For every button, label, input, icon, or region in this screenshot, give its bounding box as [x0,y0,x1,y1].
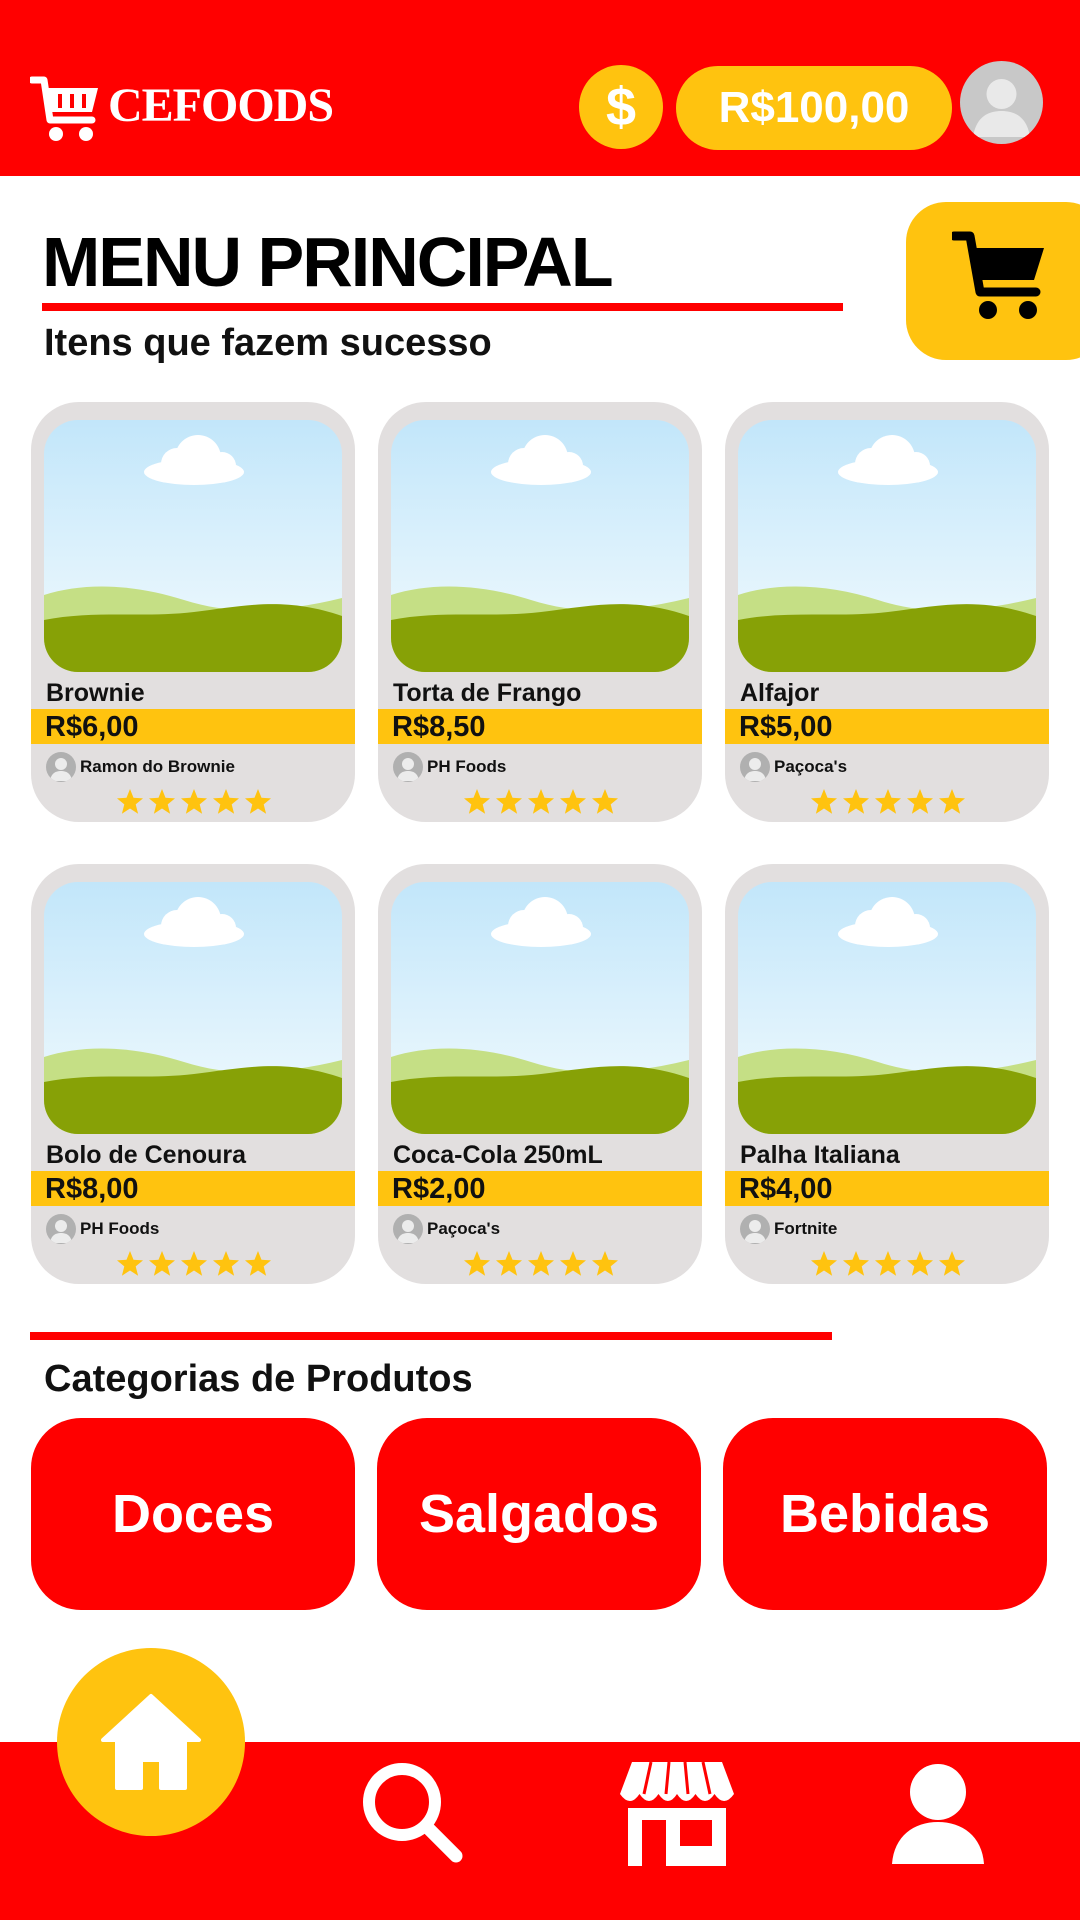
product-price: R$2,00 [392,1173,486,1205]
category-bebidas-button[interactable]: Bebidas [723,1418,1047,1610]
star-icon [213,1251,239,1276]
star-icon [117,789,143,814]
category-salgados-button[interactable]: Salgados [377,1418,701,1610]
star-icon [592,1251,618,1276]
title-underline [42,303,843,311]
star-icon [560,1251,586,1276]
star-icon [528,1251,554,1276]
cart-button[interactable] [906,202,1080,360]
star-icon [560,789,586,814]
star-icon [592,789,618,814]
product-name: Bolo de Cenoura [46,1141,247,1169]
product-card[interactable]: Palha Italiana R$4,00 Fortnite [725,864,1049,1284]
star-icon [528,789,554,814]
page-title: MENU PRINCIPAL [42,223,614,301]
section-divider [30,1332,832,1340]
seller-avatar-icon [46,1214,76,1244]
product-image [44,882,342,1134]
star-icon [464,1251,490,1276]
product-name: Brownie [46,679,145,707]
star-icon [939,1251,965,1276]
product-image [44,420,342,672]
product-card[interactable]: Coca-Cola 250mL R$2,00 Paçoca's [378,864,702,1284]
product-name: Palha Italiana [740,1141,900,1169]
star-icon [245,1251,271,1276]
product-name: Torta de Frango [393,679,582,707]
rating-stars [463,1250,623,1278]
product-price: R$4,00 [739,1173,833,1205]
star-icon [875,789,901,814]
product-price: R$5,00 [739,711,833,743]
star-icon [811,789,837,814]
star-icon [181,789,207,814]
product-image [738,420,1036,672]
product-card[interactable]: Brownie R$6,00 Ramon do Brownie [31,402,355,822]
seller-name: Paçoca's [774,757,848,776]
seller-name: Ramon do Brownie [80,757,235,776]
seller-name: PH Foods [427,757,507,776]
seller-avatar-icon [46,752,76,782]
product-price: R$6,00 [45,711,139,743]
product-card[interactable]: Alfajor R$5,00 Paçoca's [725,402,1049,822]
shopping-cart-icon [30,76,98,141]
product-price: R$8,00 [45,1173,139,1205]
avatar-icon[interactable] [960,61,1043,144]
seller-name: PH Foods [80,1219,160,1238]
star-icon [149,1251,175,1276]
star-icon [875,1251,901,1276]
home-icon [101,1694,201,1790]
seller-avatar-icon [393,752,423,782]
page-subtitle: Itens que fazem sucesso [44,322,492,364]
rating-stars [116,788,276,816]
product-image [391,420,689,672]
star-icon [496,1251,522,1276]
product-image [738,882,1036,1134]
wallet-balance[interactable]: R$100,00 [676,66,952,150]
rating-stars [463,788,623,816]
rating-stars [116,1250,276,1278]
user-icon[interactable] [888,1760,988,1866]
star-icon [496,789,522,814]
star-icon [907,789,933,814]
seller-name: Paçoca's [427,1219,501,1238]
store-icon[interactable] [618,1758,736,1868]
seller-avatar-icon [740,1214,770,1244]
cart-icon [952,231,1044,319]
product-card[interactable]: Torta de Frango R$8,50 PH Foods [378,402,702,822]
seller-avatar-icon [740,752,770,782]
product-card[interactable]: Bolo de Cenoura R$8,00 PH Foods [31,864,355,1284]
rating-stars [810,788,970,816]
brand-logo: CEFOODS [108,79,334,132]
search-icon[interactable] [358,1758,466,1866]
star-icon [907,1251,933,1276]
product-name: Alfajor [740,679,820,707]
star-icon [213,789,239,814]
star-icon [843,789,869,814]
nav-home-button[interactable] [57,1648,245,1836]
product-price: R$8,50 [392,711,486,743]
categories-heading: Categorias de Produtos [44,1358,473,1400]
seller-avatar-icon [393,1214,423,1244]
star-icon [149,789,175,814]
product-image [391,882,689,1134]
star-icon [464,789,490,814]
star-icon [811,1251,837,1276]
star-icon [843,1251,869,1276]
dollar-icon[interactable]: $ [579,65,663,149]
star-icon [939,789,965,814]
star-icon [181,1251,207,1276]
star-icon [117,1251,143,1276]
seller-name: Fortnite [774,1219,838,1238]
rating-stars [810,1250,970,1278]
star-icon [245,789,271,814]
category-doces-button[interactable]: Doces [31,1418,355,1610]
product-name: Coca-Cola 250mL [393,1141,603,1169]
